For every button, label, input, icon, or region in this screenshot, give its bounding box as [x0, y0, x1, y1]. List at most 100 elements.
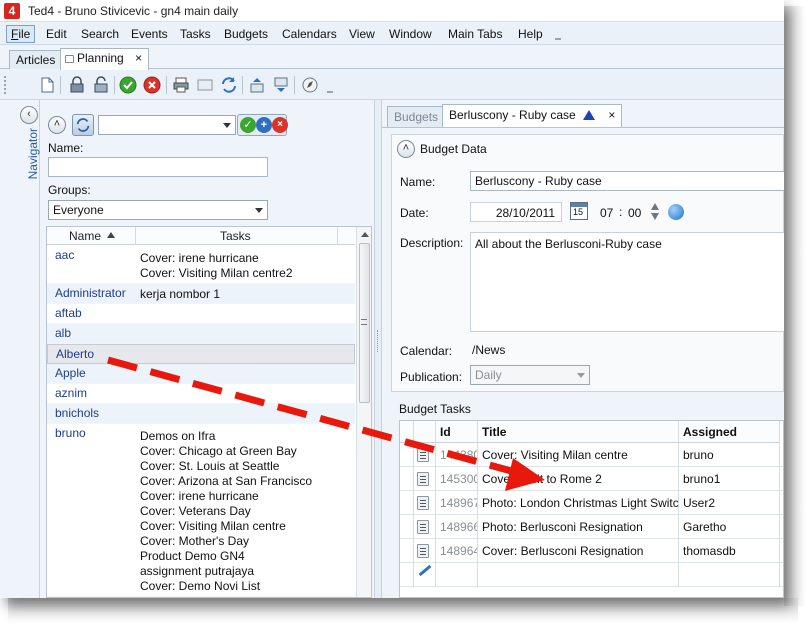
date-input[interactable]: 28/10/2011 — [470, 202, 562, 222]
user-row[interactable]: aznim — [47, 384, 355, 404]
user-row[interactable]: aftab — [47, 304, 355, 324]
row-header[interactable] — [400, 443, 414, 467]
toolbar-overflow-icon[interactable] — [325, 82, 335, 94]
user-row[interactable]: Alberto — [47, 344, 355, 364]
row-header[interactable] — [400, 491, 414, 515]
task-title-cell[interactable]: Photo: London Christmas Light Switc — [478, 491, 679, 515]
menu-tasks[interactable]: Tasks — [180, 27, 211, 41]
tab-budget-detail[interactable]: Berluscony - Ruby case × — [442, 104, 623, 127]
menu-view[interactable]: View — [349, 27, 375, 41]
task-title-cell[interactable]: Cover: Visiting Milan centre — [478, 443, 679, 467]
row-header[interactable] — [400, 467, 414, 491]
globe-icon[interactable] — [668, 204, 684, 220]
task-assigned-cell[interactable]: thomasdb — [679, 539, 780, 563]
task-assigned-cell[interactable]: bruno1 — [679, 467, 780, 491]
task-row[interactable]: 148966 Photo: Berlusconi Resignation Garet… — [400, 515, 783, 539]
menu-events[interactable]: Events — [131, 27, 168, 41]
menu-calendars[interactable]: Calendars — [282, 27, 337, 41]
time-decrement-icon[interactable] — [651, 213, 659, 220]
new-document-icon[interactable] — [38, 76, 56, 94]
time-hour[interactable]: 07 — [600, 206, 613, 220]
collapse-filter-button[interactable]: ˄ — [48, 116, 66, 134]
task-id-cell[interactable]: 145300 — [436, 467, 478, 491]
time-increment-icon[interactable] — [651, 203, 659, 210]
menu-search[interactable]: Search — [81, 27, 119, 41]
column-header-name[interactable]: Name — [69, 229, 101, 243]
refresh-button[interactable] — [72, 114, 94, 136]
user-row[interactable]: bruno Demos on Ifra Cover: Chicago at Gree… — [47, 424, 355, 597]
time-minute[interactable]: 00 — [628, 206, 641, 220]
column-header-id[interactable]: Id — [436, 421, 478, 443]
cancel-icon[interactable] — [143, 76, 161, 94]
unlock-icon[interactable] — [92, 76, 110, 94]
column-header-assigned[interactable]: Assigned — [679, 421, 780, 443]
menu-file[interactable]: File — [6, 25, 36, 43]
move-down-icon[interactable] — [272, 76, 290, 94]
move-up-icon[interactable] — [248, 76, 266, 94]
task-id-cell[interactable]: 148966 — [436, 515, 478, 539]
scroll-up-icon[interactable] — [361, 232, 369, 237]
refresh-icon[interactable] — [220, 76, 238, 94]
menu-main-tabs[interactable]: Main Tabs — [448, 27, 502, 41]
menu-window[interactable]: Window — [389, 27, 432, 41]
lock-icon[interactable] — [68, 76, 86, 94]
navigator-toggle-button[interactable]: ‹ — [20, 106, 38, 124]
tab-planning[interactable]: Planning × — [60, 48, 150, 70]
user-row[interactable]: bnichols — [47, 404, 355, 424]
task-assigned-cell[interactable]: Garetho — [679, 515, 780, 539]
compass-icon[interactable] — [301, 76, 319, 94]
task-assigned-cell[interactable]: User2 — [679, 491, 780, 515]
calendar-icon[interactable]: 15 — [570, 202, 588, 220]
task-title-cell[interactable]: Photo: Berlusconi Resignation — [478, 515, 679, 539]
budget-name-input[interactable]: Berluscony - Ruby case — [470, 171, 784, 191]
user-row[interactable]: aac Cover: irene hurricane Cover: Visiting… — [47, 246, 355, 284]
menu-edit[interactable]: Edit — [46, 27, 67, 41]
groups-select[interactable]: Everyone — [48, 200, 268, 220]
close-icon[interactable]: × — [135, 51, 142, 65]
empty-cell[interactable] — [679, 563, 780, 587]
preview-icon[interactable] — [196, 76, 214, 94]
task-id-cell[interactable]: 148967 — [436, 491, 478, 515]
user-row[interactable]: Administrator kerja nombor 1 — [47, 284, 355, 304]
task-document-icon — [417, 472, 429, 486]
remove-filter-icon[interactable]: × — [272, 117, 288, 133]
task-title-cell[interactable]: Cover: Visit to Rome 2 — [478, 467, 679, 491]
column-header-tasks[interactable]: Tasks — [220, 229, 251, 243]
close-icon[interactable]: × — [608, 108, 615, 122]
empty-cell[interactable] — [478, 563, 679, 587]
collapse-budget-data-button[interactable]: ˄ — [397, 140, 415, 158]
tab-budgets[interactable]: Budgets — [387, 106, 446, 127]
publication-select[interactable]: Daily — [470, 365, 590, 385]
row-header[interactable] — [400, 563, 414, 587]
user-grid-scrollbar[interactable] — [356, 227, 371, 597]
task-row[interactable]: 148967 Photo: London Christmas Light Swit… — [400, 491, 783, 515]
tab-articles[interactable]: Articles — [9, 50, 63, 69]
row-header[interactable] — [400, 515, 414, 539]
row-header[interactable] — [400, 539, 414, 563]
panel-splitter[interactable] — [374, 100, 382, 598]
navigator-label[interactable]: Navigator — [26, 128, 40, 179]
task-row[interactable]: 145300 Cover: Visit to Rome 2 bruno1 — [400, 467, 783, 491]
filter-combo[interactable] — [98, 115, 236, 135]
empty-cell[interactable] — [436, 563, 478, 587]
task-title-cell[interactable]: Cover: Berlusconi Resignation — [478, 539, 679, 563]
menu-overflow-icon[interactable] — [553, 29, 563, 41]
description-textarea[interactable]: All about the Berlusconi-Ruby case — [470, 232, 784, 332]
apply-filter-icon[interactable]: ✓ — [240, 117, 256, 133]
task-row[interactable]: 148964 Cover: Berlusconi Resignation thoma… — [400, 539, 783, 563]
column-header-title[interactable]: Title — [478, 421, 679, 443]
menu-budgets[interactable]: Budgets — [224, 27, 268, 41]
add-filter-icon[interactable]: + — [256, 117, 272, 133]
task-id-cell[interactable]: 144380 — [436, 443, 478, 467]
task-row[interactable]: 144380 Cover: Visiting Milan centre bruno — [400, 443, 783, 467]
name-filter-input[interactable] — [48, 157, 268, 177]
print-icon[interactable] — [172, 76, 190, 94]
menu-help[interactable]: Help — [518, 27, 543, 41]
groups-select-value: Everyone — [53, 203, 104, 217]
new-task-row[interactable] — [400, 563, 783, 587]
user-row[interactable]: Apple — [47, 364, 355, 384]
confirm-icon[interactable] — [119, 76, 137, 94]
task-assigned-cell[interactable]: bruno — [679, 443, 780, 467]
task-id-cell[interactable]: 148964 — [436, 539, 478, 563]
user-row[interactable]: alb — [47, 324, 355, 344]
